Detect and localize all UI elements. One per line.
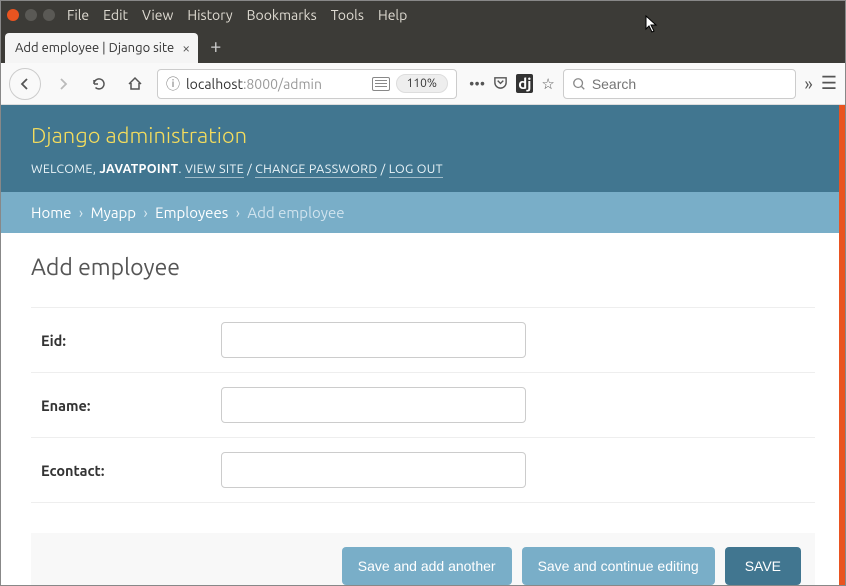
main-form-area: Add employee Eid: Ename: Econtact: Save …	[1, 233, 845, 585]
browser-toolbar: ⓘ localhost:8000/admin 110% ••• dj ☆ » ☰	[1, 63, 845, 105]
breadcrumb-model[interactable]: Employees	[155, 204, 228, 221]
breadcrumb: Home › Myapp › Employees › Add employee	[1, 192, 845, 233]
save-continue-button[interactable]: Save and continue editing	[522, 547, 715, 585]
window-minimize-button[interactable]	[25, 9, 37, 21]
breadcrumb-separator: ›	[79, 204, 83, 221]
breadcrumb-app[interactable]: Myapp	[91, 204, 137, 221]
reader-mode-icon[interactable]	[372, 77, 390, 91]
label-eid: Eid:	[41, 332, 221, 349]
menu-tools[interactable]: Tools	[331, 7, 364, 23]
reload-icon	[91, 76, 107, 92]
change-password-link[interactable]: CHANGE PASSWORD	[255, 162, 377, 178]
url-text: localhost:8000/admin	[186, 76, 322, 92]
nav-forward-button	[49, 70, 77, 98]
django-debug-icon[interactable]: dj	[516, 74, 533, 93]
input-econtact[interactable]	[221, 452, 526, 488]
window-close-button[interactable]	[7, 9, 19, 21]
nav-back-button[interactable]	[9, 68, 41, 100]
arrow-right-icon	[55, 76, 71, 92]
menu-help[interactable]: Help	[378, 7, 407, 23]
input-eid[interactable]	[221, 322, 526, 358]
os-menubar: File Edit View History Bookmarks Tools H…	[67, 7, 407, 23]
tab-title: Add employee | Django site	[15, 41, 174, 55]
breadcrumb-separator: ›	[144, 204, 148, 221]
submit-row: Save and add another Save and continue e…	[31, 533, 815, 585]
page-title: Add employee	[31, 255, 815, 280]
window-maximize-button[interactable]	[43, 9, 55, 21]
home-icon	[127, 76, 143, 92]
save-add-another-button[interactable]: Save and add another	[342, 547, 512, 585]
label-ename: Ename:	[41, 397, 221, 414]
search-icon	[572, 77, 586, 91]
menu-bookmarks[interactable]: Bookmarks	[247, 7, 317, 23]
menu-view[interactable]: View	[142, 7, 173, 23]
welcome-text: WELCOME,	[31, 162, 99, 176]
input-ename[interactable]	[221, 387, 526, 423]
bookmark-star-icon[interactable]: ☆	[541, 75, 554, 93]
username: JAVATPOINT	[99, 162, 178, 176]
breadcrumb-current: Add employee	[247, 204, 344, 221]
page-content: Django administration WELCOME, JAVATPOIN…	[1, 105, 845, 585]
search-box[interactable]	[563, 69, 797, 99]
browser-tab[interactable]: Add employee | Django site ×	[5, 33, 198, 63]
reload-button[interactable]	[85, 70, 113, 98]
label-econtact: Econtact:	[41, 462, 221, 479]
pocket-icon[interactable]	[493, 75, 508, 93]
form-row-eid: Eid:	[31, 307, 815, 373]
toolbar-actions: ••• dj ☆	[469, 74, 555, 93]
url-path: :8000/admin	[243, 76, 322, 92]
django-header: Django administration WELCOME, JAVATPOIN…	[1, 105, 845, 192]
site-title: Django administration	[31, 123, 815, 148]
tab-close-icon[interactable]: ×	[182, 40, 190, 56]
zoom-indicator[interactable]: 110%	[396, 74, 448, 93]
overflow-chevron-icon[interactable]: »	[804, 74, 812, 94]
arrow-left-icon	[17, 76, 33, 92]
form-row-ename: Ename:	[31, 372, 815, 438]
url-host: localhost	[186, 76, 243, 92]
menu-edit[interactable]: Edit	[103, 7, 128, 23]
page-actions-icon[interactable]: •••	[469, 75, 485, 92]
os-titlebar: File Edit View History Bookmarks Tools H…	[1, 1, 845, 29]
window-controls	[7, 9, 55, 21]
form-row-econtact: Econtact:	[31, 437, 815, 503]
breadcrumb-separator: ›	[236, 204, 240, 221]
user-tools: WELCOME, JAVATPOINT. VIEW SITE / CHANGE …	[31, 162, 815, 176]
new-tab-button[interactable]: +	[210, 34, 221, 57]
hamburger-menu-icon[interactable]: ☰	[821, 73, 837, 94]
save-button[interactable]: SAVE	[725, 547, 801, 585]
site-info-icon[interactable]: ⓘ	[166, 74, 180, 94]
url-bar[interactable]: ⓘ localhost:8000/admin 110%	[157, 69, 457, 99]
home-button[interactable]	[121, 70, 149, 98]
menu-file[interactable]: File	[67, 7, 89, 23]
breadcrumb-home[interactable]: Home	[31, 204, 71, 221]
view-site-link[interactable]: VIEW SITE	[185, 162, 244, 178]
scrollbar-edge[interactable]	[839, 105, 845, 585]
menu-history[interactable]: History	[187, 7, 232, 23]
browser-tabstrip: Add employee | Django site × +	[1, 29, 845, 63]
search-input[interactable]	[592, 76, 788, 92]
logout-link[interactable]: LOG OUT	[389, 162, 443, 178]
